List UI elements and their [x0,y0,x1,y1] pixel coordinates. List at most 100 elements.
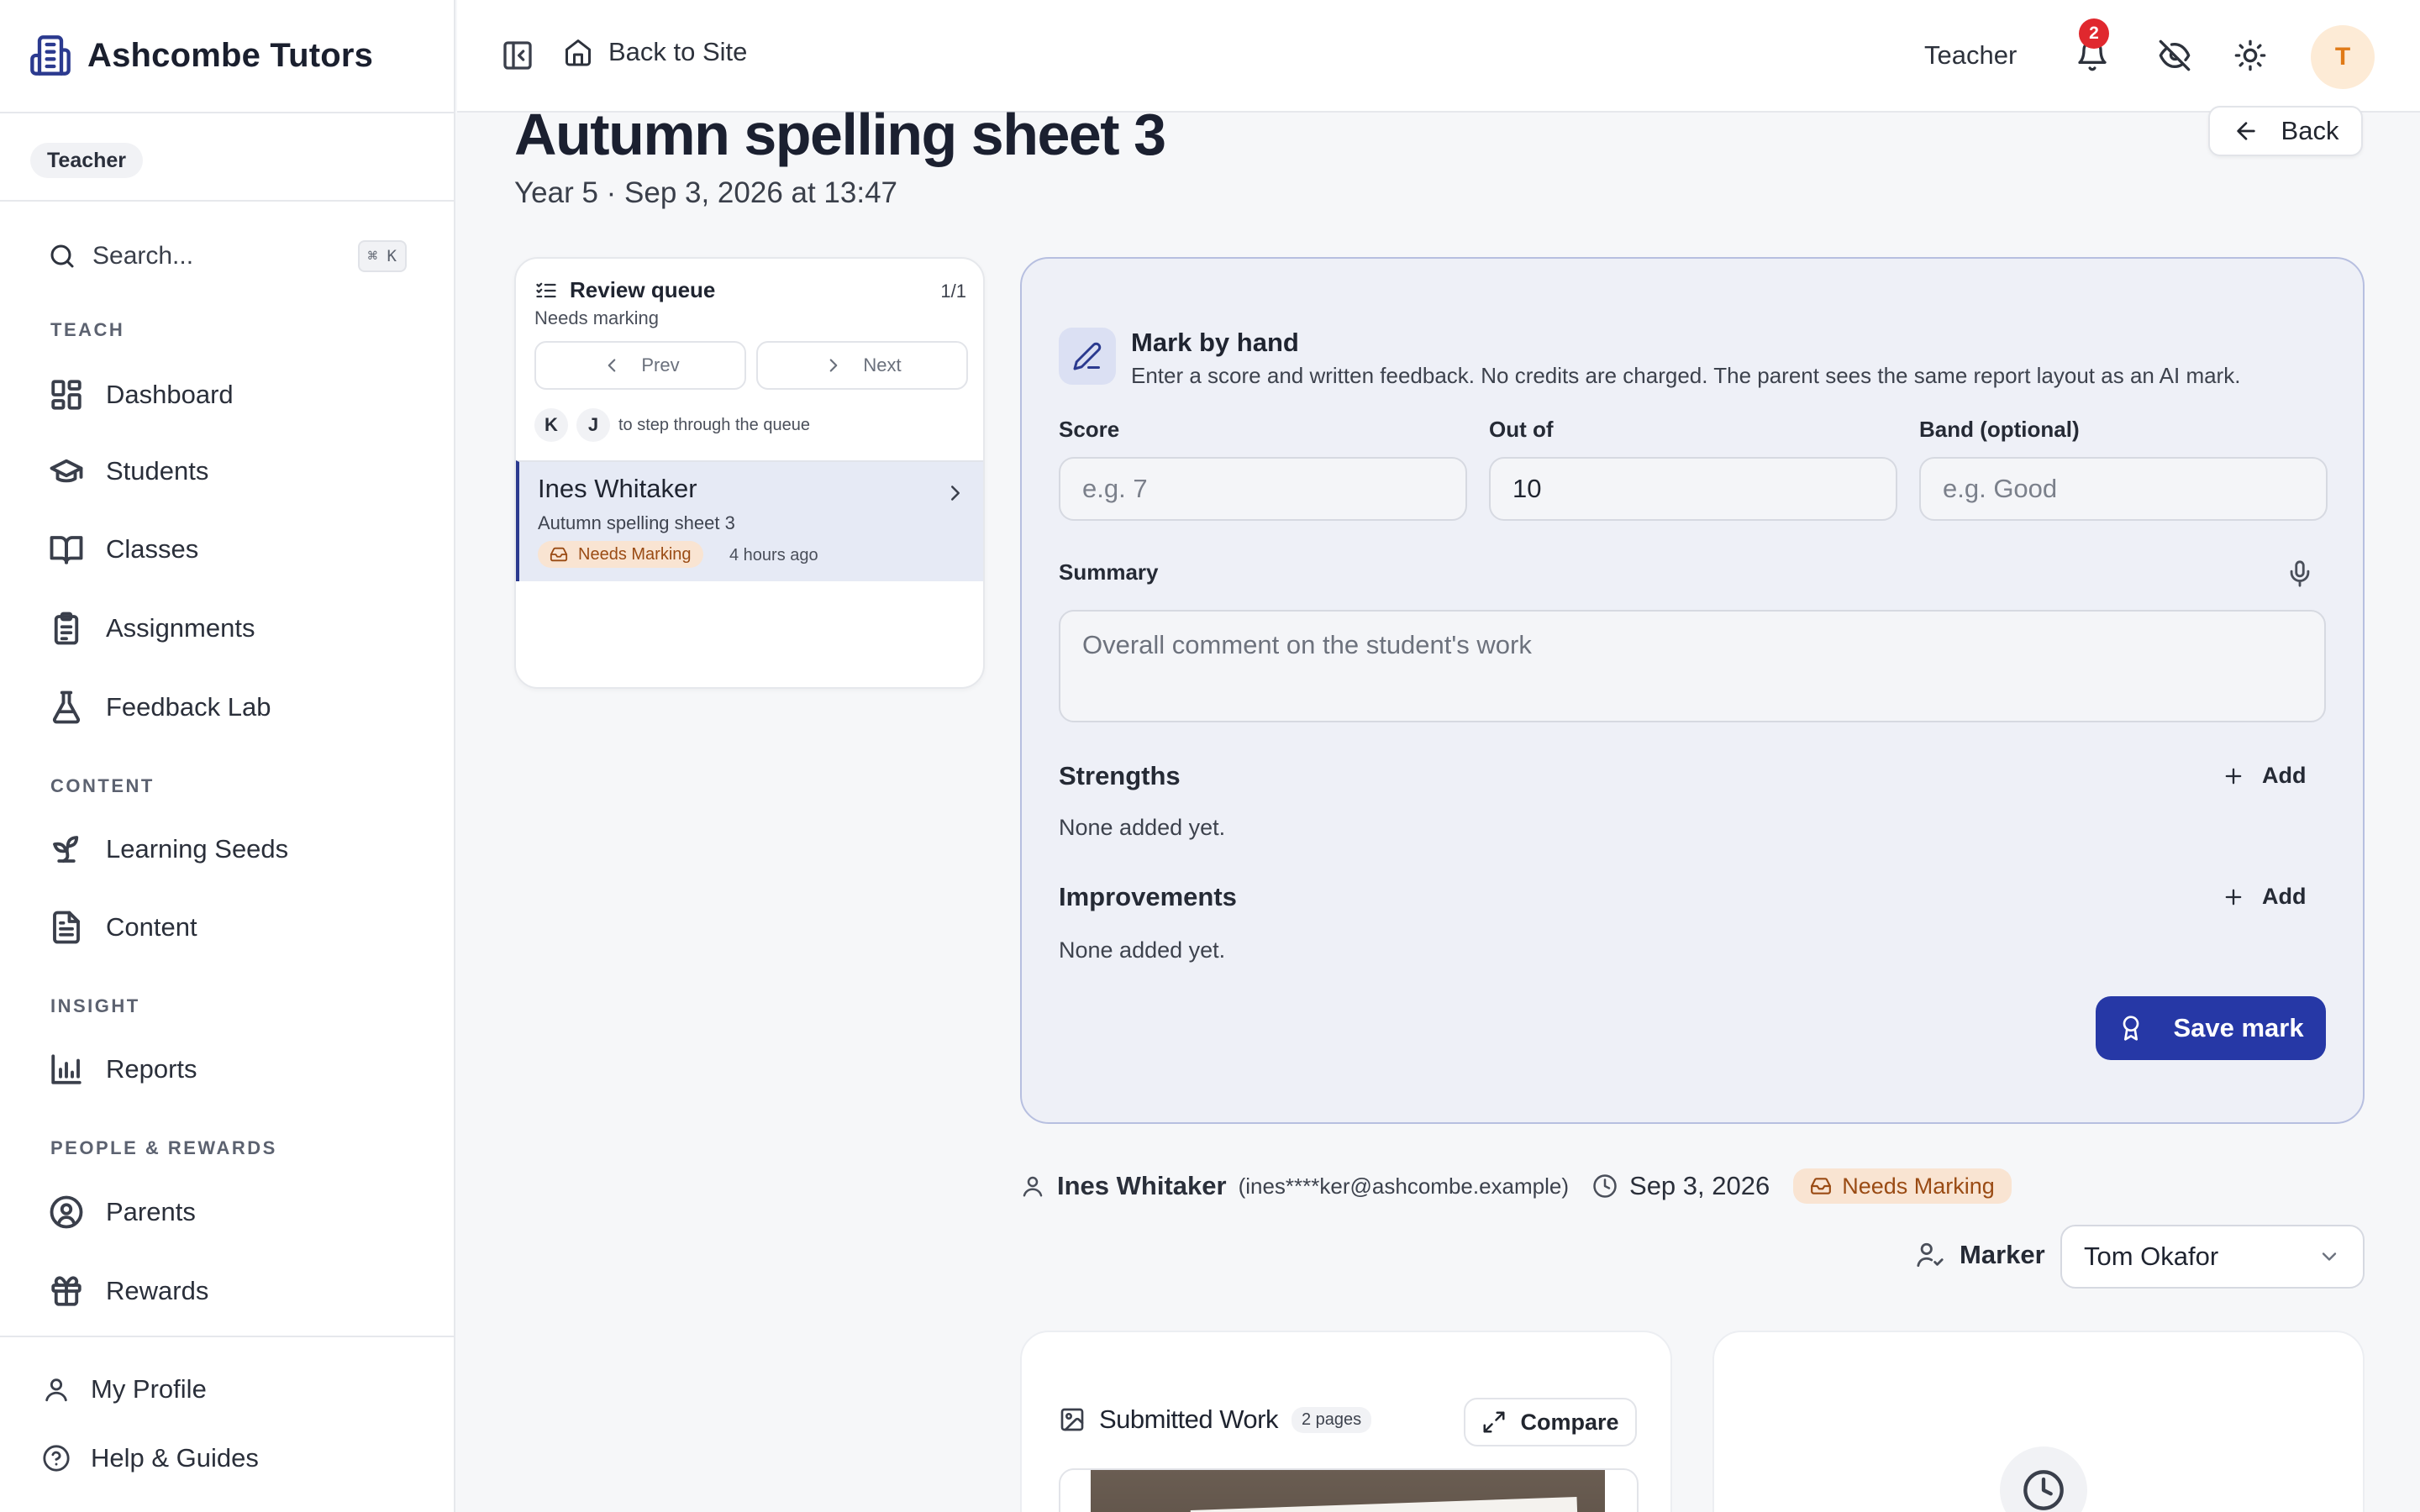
add-improvement-button[interactable]: Add [2222,884,2306,910]
sidebar-item-rewards[interactable]: Rewards [49,1268,208,1315]
sidebar-item-learning-seeds[interactable]: Learning Seeds [49,826,288,873]
graduation-cap-icon [49,454,84,489]
divider [0,200,454,202]
sidebar-item-label: Classes [106,534,199,564]
bar-chart-icon [49,1052,84,1087]
status-badge: Needs Marking [1793,1168,2012,1204]
search-input[interactable]: Search... ⌘ K [47,235,407,277]
chevron-left-icon [601,354,623,376]
sidebar-item-reports[interactable]: Reports [49,1046,197,1093]
arrow-left-icon [2233,118,2260,144]
current-role[interactable]: Teacher [1924,40,2017,71]
prev-button[interactable]: Prev [534,341,746,390]
help-circle-icon [42,1444,71,1473]
inbox-icon [550,545,568,564]
out-of-input[interactable]: 10 [1489,457,1897,521]
topbar: Back to Site Teacher 2 T [457,0,2420,113]
queue-item-assignment: Autumn spelling sheet 3 [538,512,735,533]
mark-title: Mark by hand [1131,328,1299,357]
sidebar-item-label: My Profile [91,1374,207,1404]
key-j: J [576,408,610,442]
summary-textarea[interactable]: Overall comment on the student's work [1059,610,2326,722]
user-icon [42,1375,71,1404]
divider [0,112,454,113]
meta-date: Sep 3, 2026 [1629,1171,1770,1200]
gift-icon [49,1273,84,1309]
history-card [1712,1331,2365,1512]
pencil-icon [1059,328,1116,385]
queue-count: 1/1 [940,281,966,302]
sidebar-item-help[interactable]: Help & Guides [42,1443,259,1473]
sidebar-item-content[interactable]: Content [49,904,197,951]
sidebar-item-my-profile[interactable]: My Profile [42,1374,207,1404]
strengths-heading: Strengths [1059,761,1181,790]
chevron-right-icon [823,354,844,376]
submitted-work-card: Submitted Work 2 pages Compare [1020,1331,1672,1512]
back-button-label: Back [2281,116,2339,145]
plus-icon [2222,764,2245,788]
clock-icon [2000,1446,2087,1512]
page-subtitle: Year 5 · Sep 3, 2026 at 13:47 [514,176,898,209]
review-queue-card: Review queue 1/1 Needs marking Prev Next… [514,257,985,689]
sidebar-item-label: Rewards [106,1276,209,1305]
sidebar-item-feedback-lab[interactable]: Feedback Lab [49,684,271,731]
award-icon [2118,1015,2144,1042]
clock-icon [1592,1173,1618,1199]
section-teach: TEACH [50,319,125,340]
improvements-heading: Improvements [1059,882,1237,911]
sidebar-item-assignments[interactable]: Assignments [49,605,255,652]
inbox-icon [1810,1175,1832,1197]
add-strength-button[interactable]: Add [2222,763,2306,789]
band-input[interactable]: e.g. Good [1919,457,2328,521]
mark-by-hand-card: Mark by hand Enter a score and written f… [1020,257,2365,1124]
back-button[interactable]: Back [2208,106,2363,156]
compare-button[interactable]: Compare [1464,1398,1637,1446]
section-insight: INSIGHT [50,995,140,1016]
status-badge-label: Needs Marking [1842,1173,1995,1199]
brand-name: Ashcombe Tutors [87,36,374,74]
sidebar-item-label: Help & Guides [91,1443,259,1473]
queue-list-item[interactable]: Ines Whitaker Autumn spelling sheet 3 Ne… [516,460,983,581]
file-text-icon [49,910,84,945]
submitted-work-title: Submitted Work [1099,1404,1278,1434]
brand[interactable]: Ashcombe Tutors [29,34,373,77]
score-input[interactable]: e.g. 7 [1059,457,1467,521]
meta-student-email: (ines****ker@ashcombe.example) [1238,1173,1570,1199]
sidebar-item-label: Reports [106,1054,197,1084]
sidebar-item-dashboard[interactable]: Dashboard [49,371,234,418]
user-icon [1020,1173,1045,1199]
sidebar-item-parents[interactable]: Parents [49,1189,196,1236]
review-queue-title: Review queue [570,277,716,302]
sidebar-item-label: Content [106,912,197,942]
queue-item-time: 4 hours ago [729,546,818,564]
eye-off-icon[interactable] [2158,39,2191,72]
review-queue-header: Review queue [534,277,715,303]
clipboard-icon [49,611,84,646]
list-checks-icon [534,279,558,302]
sidebar-item-students[interactable]: Students [49,448,208,495]
score-label: Score [1059,417,1120,442]
sun-icon[interactable] [2233,39,2267,72]
submission-meta: Ines Whitaker (ines****ker@ashcombe.exam… [1020,1168,2012,1205]
add-label: Add [2262,884,2307,909]
status-badge-label: Needs Marking [578,544,692,564]
save-mark-button[interactable]: Save mark [2096,996,2326,1060]
book-open-icon [49,532,84,567]
submitted-work-image[interactable] [1059,1468,1639,1512]
back-to-site-link[interactable]: Back to Site [563,37,747,67]
summary-label: Summary [1059,559,1159,585]
sidebar-item-label: Parents [106,1197,196,1226]
next-button[interactable]: Next [756,341,968,390]
marker-select[interactable]: Tom Okafor [2060,1225,2365,1289]
plus-icon [2222,885,2245,909]
improvements-empty: None added yet. [1059,937,1226,963]
user-check-icon [1916,1241,1944,1269]
save-mark-label: Save mark [2173,1013,2304,1042]
sidebar-item-label: Feedback Lab [106,692,271,722]
sidebar-toggle-icon[interactable] [501,39,534,72]
sidebar-item-classes[interactable]: Classes [49,526,198,573]
avatar[interactable]: T [2311,25,2375,89]
home-icon [563,37,593,67]
microphone-icon[interactable] [2286,559,2314,588]
page-count-badge: 2 pages [1291,1406,1372,1433]
